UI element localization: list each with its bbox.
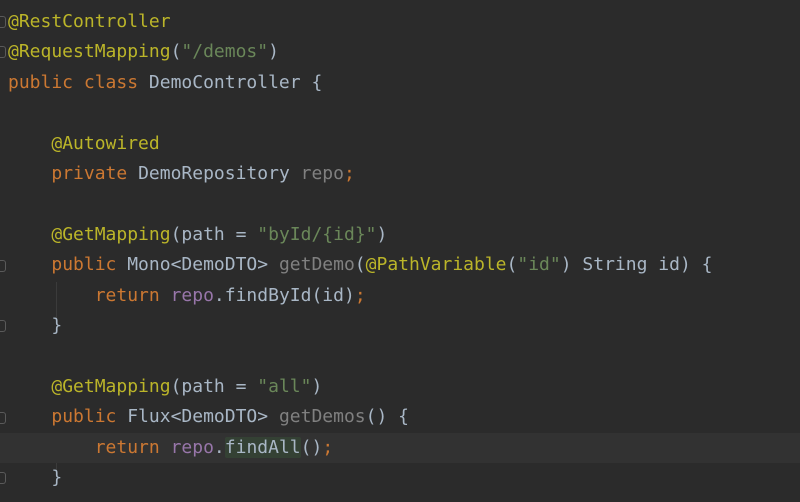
code-token: ;	[343, 163, 355, 184]
code-token: private	[51, 163, 139, 184]
code-token: DemoRepository	[138, 163, 301, 184]
code-line[interactable]: public class DemoController {	[8, 68, 800, 98]
code-line[interactable]: @RestController	[8, 7, 800, 37]
code-token: repo	[170, 436, 214, 458]
code-line[interactable]: private DemoRepository repo;	[8, 159, 800, 189]
code-token: @Autowired	[51, 132, 160, 154]
fold-marker-icon[interactable]	[0, 412, 6, 424]
code-line[interactable]: @RequestMapping("/demos")	[8, 37, 800, 67]
code-line[interactable]: @GetMapping(path = "all")	[8, 372, 800, 402]
code-token: .	[213, 436, 225, 458]
code-line[interactable]: public Mono<DemoDTO> getDemo(@PathVariab…	[8, 250, 800, 280]
code-token: @GetMapping	[51, 223, 171, 245]
code-line[interactable]: public Flux<DemoDTO> getDemos() {	[8, 402, 800, 432]
code-line[interactable]: @GetMapping(path = "byId/{id}")	[8, 220, 800, 250]
code-token: (path =	[170, 375, 258, 397]
code-token: ()	[300, 436, 323, 458]
code-token: "all"	[257, 375, 312, 397]
code-token: (	[506, 254, 518, 276]
code-token: public	[51, 406, 128, 428]
code-token: )	[311, 375, 323, 397]
code-token: () {	[365, 406, 409, 428]
code-token: @RequestMapping	[8, 41, 171, 63]
code-token: )	[268, 41, 279, 63]
code-line[interactable]: }	[8, 311, 800, 341]
code-line[interactable]	[8, 98, 800, 128]
code-token: "id"	[517, 254, 561, 276]
fold-marker-icon[interactable]	[0, 320, 6, 332]
code-line[interactable]: }	[8, 463, 800, 493]
code-line[interactable]: @Autowired	[8, 129, 800, 159]
code-token: ;	[322, 436, 334, 458]
code-token: }	[8, 315, 63, 336]
code-token: findAll	[224, 436, 301, 458]
code-line[interactable]: return repo.findById(id);	[8, 281, 800, 311]
code-token: "/demos"	[181, 41, 269, 63]
code-token: getDemos	[278, 406, 366, 428]
code-token: public class	[8, 71, 149, 93]
code-token: repo	[300, 163, 344, 184]
code-token: public	[51, 254, 128, 276]
code-token: "byId/{id}"	[257, 223, 377, 245]
code-token: .findById(id)	[213, 284, 355, 306]
code-token: ) String id) {	[560, 254, 713, 276]
code-token: repo	[170, 284, 214, 306]
code-editor[interactable]: @RestController @RequestMapping("/demos")…	[0, 0, 800, 502]
fold-marker-icon[interactable]	[0, 260, 6, 272]
code-token: return	[94, 436, 171, 458]
code-token: }	[8, 467, 63, 488]
fold-marker-icon[interactable]	[0, 16, 6, 28]
code-token: (path =	[170, 223, 258, 245]
code-token: Flux<DemoDTO>	[127, 406, 279, 428]
fold-marker-icon[interactable]	[0, 46, 6, 58]
code-token: @RestController	[8, 11, 171, 32]
code-token: (	[354, 254, 366, 276]
code-token: @GetMapping	[51, 375, 171, 397]
code-token: )	[376, 223, 388, 245]
code-line[interactable]	[8, 341, 800, 371]
fold-marker-icon[interactable]	[0, 472, 6, 484]
code-line[interactable]: return repo.findAll();	[0, 432, 800, 463]
code-token: return	[94, 284, 171, 306]
code-line[interactable]	[8, 189, 800, 219]
code-token: DemoController {	[148, 71, 323, 93]
code-token: getDemo	[278, 254, 355, 276]
code-token: (	[170, 41, 182, 63]
code-token: ;	[354, 284, 366, 306]
code-token: @PathVariable	[365, 254, 507, 276]
code-token: Mono<DemoDTO>	[127, 254, 279, 276]
